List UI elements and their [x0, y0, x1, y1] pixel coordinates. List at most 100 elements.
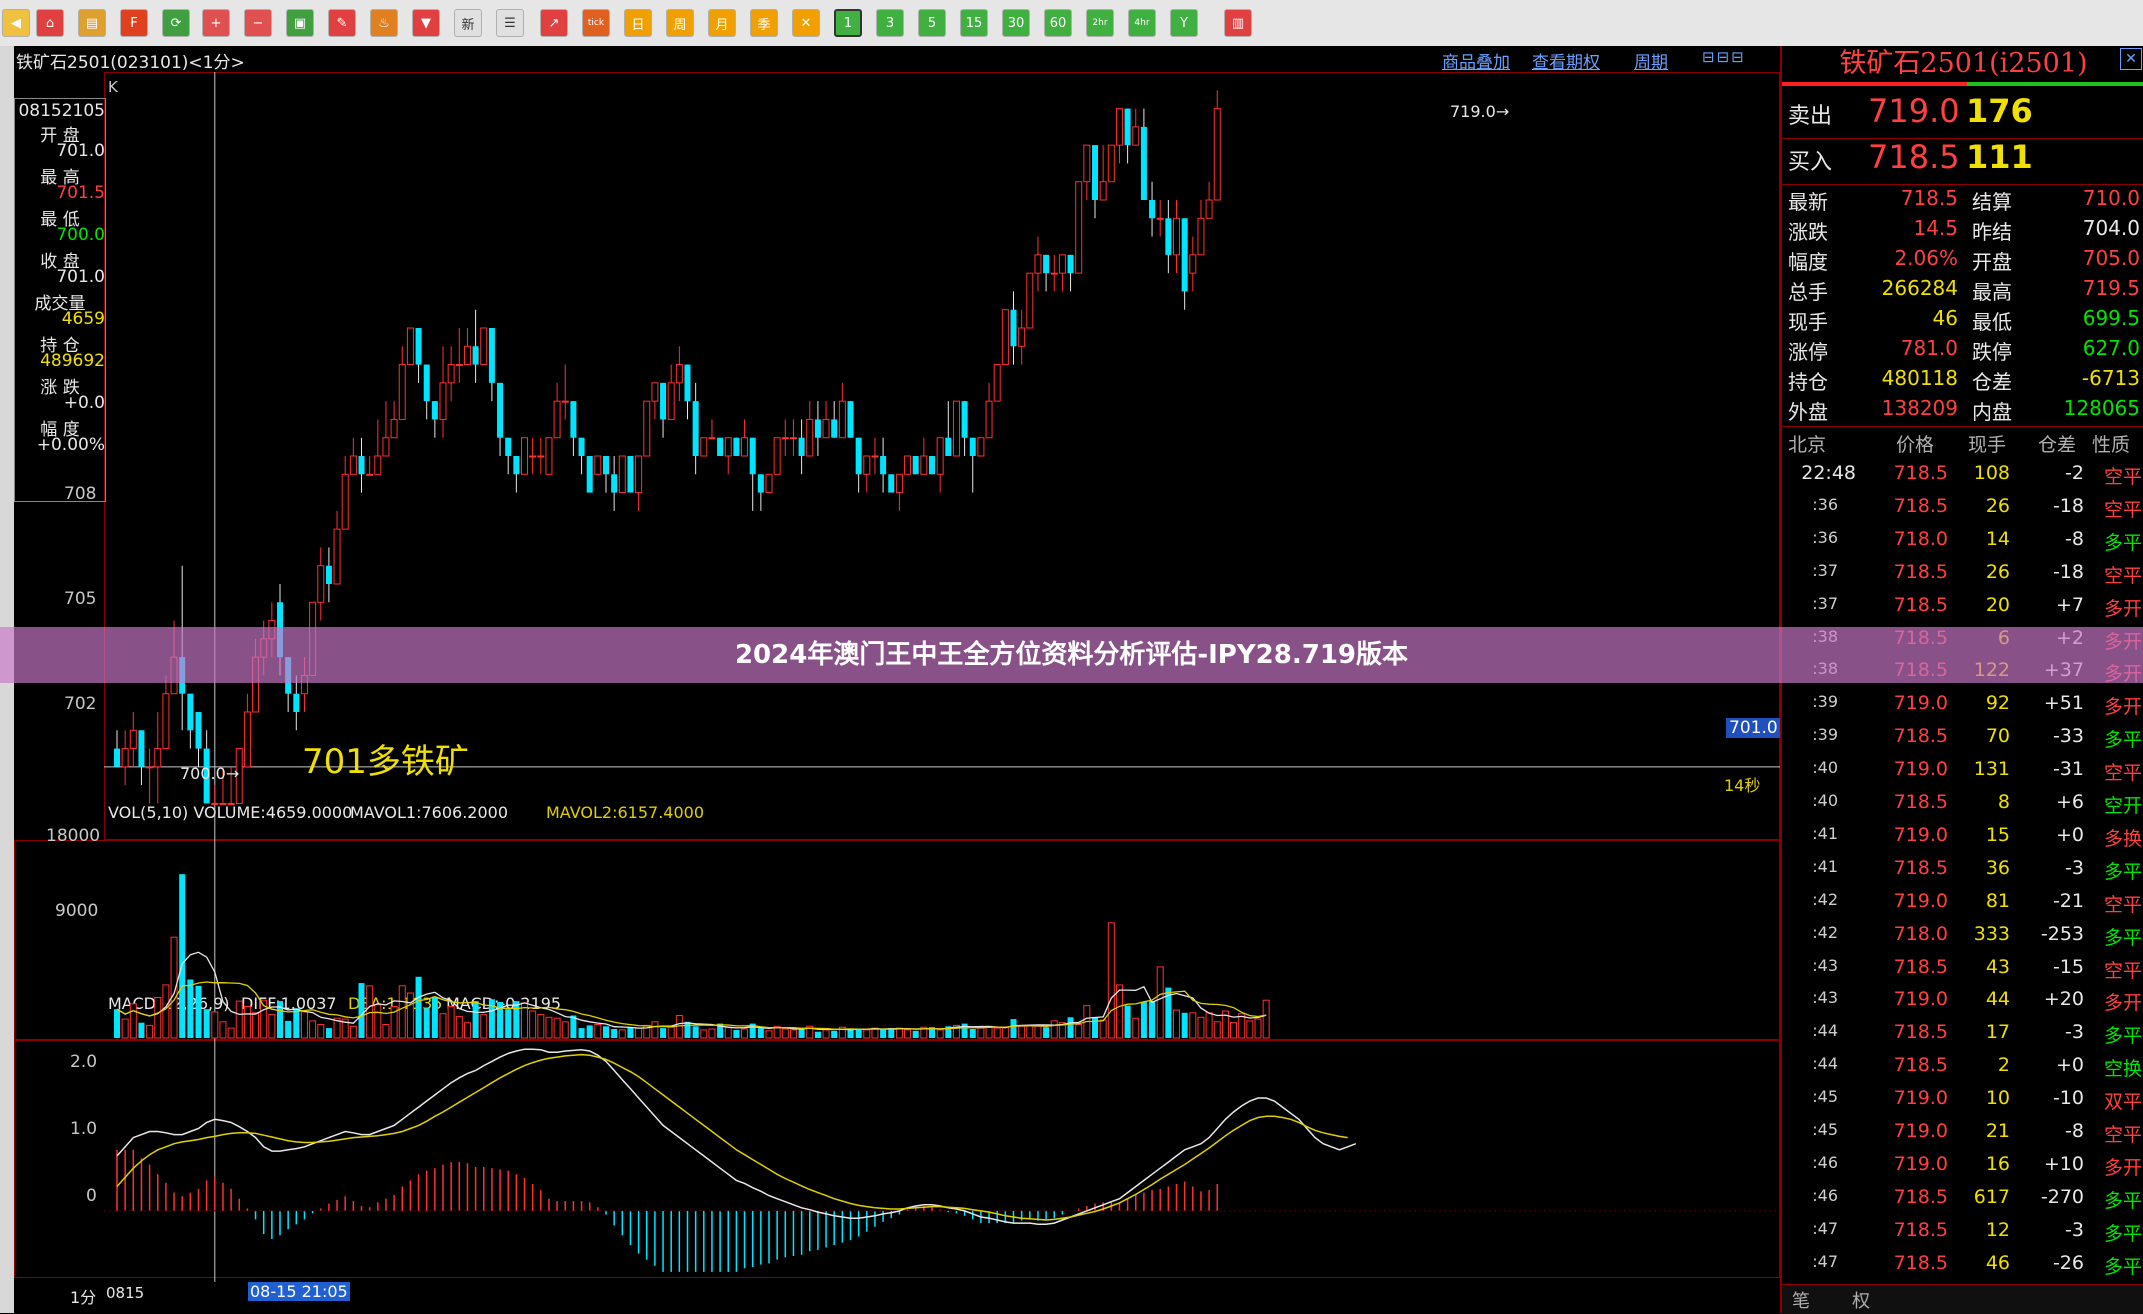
trend-button[interactable]: ↗: [540, 9, 568, 37]
buy-price: 718.5: [1868, 138, 1960, 176]
back-button[interactable]: ◀: [2, 9, 30, 37]
dea-line: [116, 1053, 1348, 1221]
candle-body: [863, 455, 871, 475]
min30-button[interactable]: 30: [1002, 9, 1030, 37]
tick-oi-change: -15: [2052, 955, 2084, 978]
candle-body: [667, 382, 675, 420]
volume-bar: [1043, 1027, 1050, 1038]
brush-button[interactable]: ♨: [370, 9, 398, 37]
volume-bar: [757, 1028, 764, 1038]
tick-button[interactable]: tick: [582, 9, 610, 37]
week-button[interactable]: 周: [666, 9, 694, 37]
last-price-tag: 701.0: [1726, 718, 1781, 738]
tick-volume: 43: [1985, 955, 2010, 978]
candle-body: [985, 400, 993, 439]
volume-bar: [187, 979, 194, 1038]
candle-body: [219, 802, 227, 805]
tick-time: :42: [1812, 889, 1838, 909]
f10b-button[interactable]: F: [120, 9, 148, 37]
draw-button[interactable]: ✎: [328, 9, 356, 37]
tick-price: 719.0: [1893, 1152, 1948, 1175]
volume-bar: [1124, 1005, 1131, 1038]
tick-row: :45 719.0 21 -8 空平: [1782, 1120, 2143, 1150]
volume-bar: [529, 1010, 537, 1039]
season-button[interactable]: 季: [750, 9, 778, 37]
tick-price: 719.0: [1893, 823, 1948, 846]
volume-bar: [374, 1004, 382, 1039]
close-button[interactable]: ✕: [792, 9, 820, 37]
tick-nature: 多平: [2103, 729, 2142, 752]
volume-bar: [455, 1015, 463, 1039]
volume-bar: [635, 1027, 643, 1039]
min60-button[interactable]: 60: [1044, 9, 1072, 37]
volume-bar: [594, 1024, 602, 1039]
candle-body: [838, 400, 846, 439]
stat-label: 跌停: [1972, 340, 2012, 364]
tick-volume: 2: [1997, 1054, 2010, 1077]
tick-volume: 81: [1985, 889, 2010, 912]
f10-button[interactable]: ▤: [78, 9, 106, 37]
tick-time: :44: [1812, 1054, 1838, 1074]
volume-bar: [537, 1014, 545, 1039]
tick-nature: 多平: [2103, 1025, 2142, 1048]
window-button[interactable]: ▣: [286, 9, 314, 37]
volume-bar: [415, 976, 422, 1038]
stat-label: 最新: [1788, 190, 1828, 214]
tab-rights[interactable]: 权: [1852, 1287, 1870, 1313]
tick-price: 718.5: [1893, 955, 1948, 978]
list-button[interactable]: ☰: [496, 9, 524, 37]
tick-nature: 空平: [2103, 498, 2142, 521]
tick-row: :43 719.0 44 +20 多开: [1782, 988, 2143, 1018]
candle-body: [806, 418, 814, 457]
tick-nature: 空换: [2103, 1058, 2142, 1081]
stat-value: 781.0: [1900, 336, 1958, 360]
tick-oi-change: -270: [2040, 1185, 2084, 1208]
volume-bar: [912, 1030, 919, 1038]
candle-body: [741, 437, 749, 457]
candle-body: [814, 419, 821, 438]
tick-volume: 131: [1973, 758, 2010, 781]
candle-body: [1165, 218, 1172, 255]
candle-body: [643, 400, 651, 457]
candle-body: [293, 693, 300, 712]
month-button[interactable]: 月: [708, 9, 736, 37]
candle-body: [463, 345, 471, 366]
zoom-in-button[interactable]: +: [202, 9, 230, 37]
refresh-button[interactable]: ⟳: [162, 9, 190, 37]
new-button[interactable]: 新: [454, 9, 482, 37]
ticks-header-cell: 北京: [1788, 434, 1827, 456]
tick-oi-change: +51: [2043, 692, 2084, 715]
volume-bar: [227, 1027, 235, 1039]
tick-row: :41 719.0 15 +0 多换: [1782, 824, 2143, 854]
volume-bar: [667, 1026, 675, 1039]
zoom-out-button[interactable]: −: [244, 9, 272, 37]
min5-button[interactable]: 5: [918, 9, 946, 37]
sell-label: 卖出: [1788, 104, 1833, 129]
close-icon[interactable]: ✕: [2120, 48, 2142, 70]
stat-label: 总手: [1788, 280, 1828, 304]
tick-nature: 多平: [2103, 926, 2142, 949]
candle-body: [382, 437, 390, 457]
min1-button[interactable]: 1: [834, 9, 862, 37]
panel-button[interactable]: ▥: [1224, 9, 1252, 37]
tick-row: :40 719.0 131 -31 空平: [1782, 758, 2143, 788]
tick-row: :44 718.5 17 -3 多平: [1782, 1021, 2143, 1051]
tick-oi-change: -8: [2065, 527, 2084, 550]
volume-bar: [1181, 1012, 1188, 1038]
filter-button[interactable]: ▼: [412, 9, 440, 37]
sell-volume: 176: [1966, 92, 2033, 130]
volume-bar: [765, 1030, 773, 1039]
min3-button[interactable]: 3: [876, 9, 904, 37]
min15-button[interactable]: 15: [960, 9, 988, 37]
candle-body: [317, 565, 325, 603]
tab-trades[interactable]: 笔: [1792, 1287, 1810, 1313]
tick-row: :36 718.0 14 -8 多平: [1782, 528, 2143, 558]
h4-button[interactable]: 4hr: [1128, 9, 1156, 37]
day-button[interactable]: 日: [624, 9, 652, 37]
year-button[interactable]: Y: [1170, 9, 1198, 37]
home-button[interactable]: ⌂: [36, 9, 64, 37]
volume-bar: [961, 1023, 968, 1038]
volume-bar: [1099, 1019, 1107, 1039]
h2-button[interactable]: 2hr: [1086, 9, 1114, 37]
tick-time: :43: [1812, 988, 1838, 1008]
